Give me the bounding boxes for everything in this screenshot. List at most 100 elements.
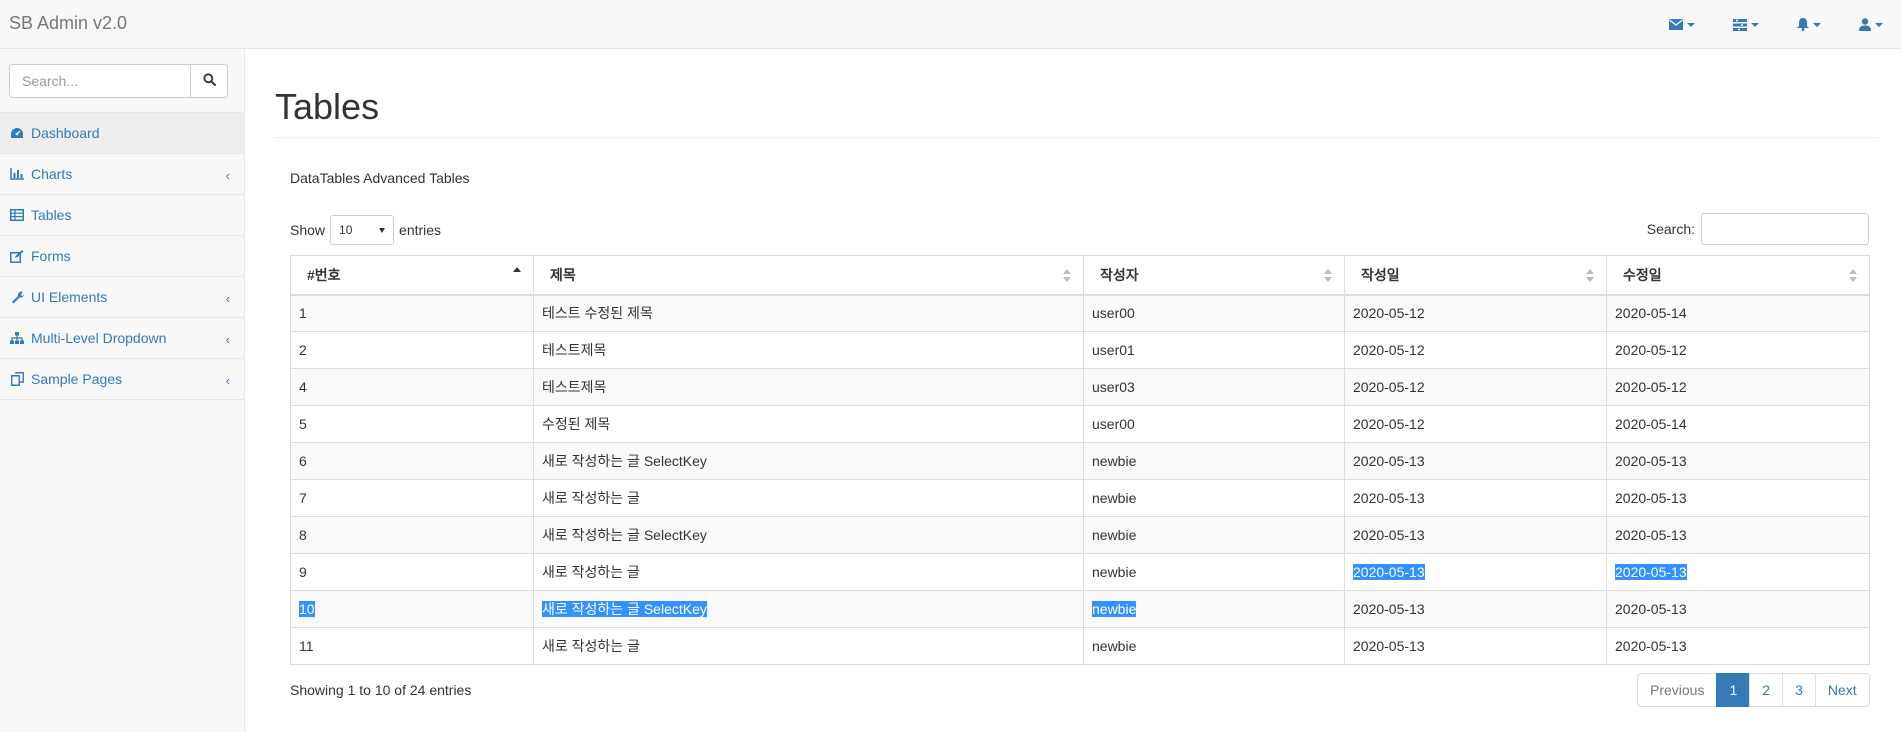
column-header-label: 작성일	[1361, 266, 1400, 283]
chevron-down-icon	[1813, 22, 1821, 27]
length-suffix: entries	[399, 222, 442, 238]
table-row[interactable]: 5 수정된 제목 user00 2020-05-12 2020-05-14	[290, 405, 1870, 443]
entries-length-select[interactable]: 10	[330, 215, 395, 245]
envelope-icon	[1669, 19, 1683, 30]
cell-text: 새로 작성하는 글	[542, 638, 640, 654]
sidebar-search	[9, 64, 228, 98]
column-header-author[interactable]: 작성자	[1083, 255, 1345, 296]
table-cell: 2020-05-13	[1344, 627, 1607, 665]
next-page-button[interactable]: Next	[1814, 673, 1870, 707]
cell-text: 2020-05-13	[1615, 527, 1687, 543]
table-cell: user01	[1083, 331, 1345, 369]
table-cell: 2020-05-13	[1606, 627, 1870, 665]
cell-text: 11	[299, 638, 314, 654]
dashboard-icon	[10, 126, 24, 140]
table-cell: 2020-05-13	[1344, 516, 1607, 554]
edit-icon	[10, 249, 24, 263]
table-cell: 새로 작성하는 글	[533, 627, 1084, 665]
table-cell: 새로 작성하는 글 SelectKey	[533, 442, 1084, 480]
cell-text: 2020-05-12	[1353, 416, 1425, 432]
chevron-down-icon	[1687, 22, 1695, 27]
cell-text: 수정된 제목	[542, 416, 611, 432]
cell-text: 새로 작성하는 글	[542, 564, 640, 580]
table-row[interactable]: 7 새로 작성하는 글 newbie 2020-05-13 2020-05-13	[290, 479, 1870, 517]
cell-text: 테스트제목	[542, 379, 607, 395]
table-cell: user00	[1083, 294, 1345, 332]
table-cell: 2020-05-12	[1344, 294, 1607, 332]
tasks-icon	[1733, 18, 1747, 31]
cell-text: 2020-05-12	[1353, 379, 1425, 395]
cell-text: newbie	[1092, 527, 1137, 543]
table-cell: 2020-05-13	[1344, 553, 1607, 591]
table-cell: newbie	[1083, 627, 1345, 665]
cell-text: 테스트제목	[542, 342, 607, 358]
sidebar-item-ui-elements[interactable]: UI Elements ‹	[0, 277, 244, 318]
sidebar-nav: Dashboard Charts ‹ Tables Forms UI Eleme…	[0, 112, 244, 400]
page-2-button[interactable]: 2	[1749, 673, 1784, 707]
table-cell: 테스트 수정된 제목	[533, 294, 1084, 332]
sort-icon	[1586, 269, 1594, 282]
previous-page-button[interactable]: Previous	[1637, 673, 1718, 707]
cell-text: 2020-05-14	[1615, 305, 1687, 322]
table-row[interactable]: 2 테스트제목 user01 2020-05-12 2020-05-12	[290, 331, 1870, 369]
table-row[interactable]: 9 새로 작성하는 글 newbie 2020-05-13 2020-05-13	[290, 553, 1870, 591]
sidebar-item-sample-pages[interactable]: Sample Pages ‹	[0, 359, 244, 400]
messages-dropdown[interactable]	[1669, 19, 1695, 30]
table-cell: 2	[290, 331, 534, 369]
table-cell: user03	[1083, 368, 1345, 406]
table-row[interactable]: 1 테스트 수정된 제목 user00 2020-05-12 2020-05-1…	[290, 294, 1870, 332]
page-title: Tables	[275, 86, 380, 127]
chevron-left-icon: ‹	[225, 291, 230, 306]
cell-text: 테스트 수정된 제목	[542, 305, 653, 322]
cell-text: user00	[1092, 416, 1135, 432]
sidebar-search-button[interactable]	[191, 64, 228, 98]
sidebar-item-charts[interactable]: Charts ‹	[0, 154, 244, 195]
tasks-dropdown[interactable]	[1733, 18, 1759, 31]
table-cell: 2020-05-13	[1606, 553, 1870, 591]
column-header-created[interactable]: 작성일	[1344, 255, 1607, 296]
table-row[interactable]: 10 새로 작성하는 글 SelectKey newbie 2020-05-13…	[290, 590, 1870, 628]
cell-text: 2020-05-14	[1615, 416, 1687, 432]
table-row[interactable]: 11 새로 작성하는 글 newbie 2020-05-13 2020-05-1…	[290, 627, 1870, 665]
cell-text-selected: 2020-05-13	[1615, 564, 1687, 580]
table-cell: 2020-05-12	[1344, 405, 1607, 443]
cell-text: 2020-05-13	[1615, 638, 1687, 654]
page-1-button[interactable]: 1	[1716, 673, 1751, 707]
sort-asc-icon	[513, 267, 521, 280]
cell-text: newbie	[1092, 564, 1137, 580]
cell-text: 1	[299, 305, 307, 322]
table-cell: 수정된 제목	[533, 405, 1084, 443]
sidebar-search-input[interactable]	[9, 64, 191, 98]
table-cell: 테스트제목	[533, 331, 1084, 369]
table-search-input[interactable]	[1701, 213, 1869, 245]
filter-label: Search:	[1646, 221, 1695, 237]
table-cell: user00	[1083, 405, 1345, 443]
page-3-button[interactable]: 3	[1782, 673, 1816, 707]
cell-text: 새로 작성하는 글	[542, 490, 640, 506]
table-cell: 11	[290, 627, 534, 665]
column-header-label: 작성자	[1100, 266, 1139, 283]
cell-text: user03	[1092, 379, 1135, 395]
sidebar-item-tables[interactable]: Tables	[0, 195, 244, 236]
table-row[interactable]: 4 테스트제목 user03 2020-05-12 2020-05-12	[290, 368, 1870, 406]
alerts-dropdown[interactable]	[1797, 18, 1821, 31]
sidebar-item-forms[interactable]: Forms	[0, 236, 244, 277]
sidebar-item-dashboard[interactable]: Dashboard	[0, 113, 244, 154]
column-header-modified[interactable]: 수정일	[1606, 255, 1870, 296]
chevron-down-icon	[1875, 22, 1883, 27]
sidebar-item-multi-level-dropdown[interactable]: Multi-Level Dropdown ‹	[0, 318, 244, 359]
table-row[interactable]: 8 새로 작성하는 글 SelectKey newbie 2020-05-13 …	[290, 516, 1870, 554]
user-dropdown[interactable]	[1859, 18, 1883, 31]
cell-text: 2020-05-12	[1353, 305, 1425, 322]
table-cell: 새로 작성하는 글 SelectKey	[533, 590, 1084, 628]
sidebar: Dashboard Charts ‹ Tables Forms UI Ele	[0, 49, 245, 732]
bar-chart-icon	[10, 167, 24, 181]
column-header-label: 수정일	[1623, 266, 1662, 283]
brand-title[interactable]: SB Admin v2.0	[9, 13, 127, 34]
table-cell: 2020-05-14	[1606, 405, 1870, 443]
column-header-title[interactable]: 제목	[533, 255, 1084, 296]
table-row[interactable]: 6 새로 작성하는 글 SelectKey newbie 2020-05-13 …	[290, 442, 1870, 480]
column-header-number[interactable]: #번호	[290, 255, 534, 296]
wrench-icon	[10, 290, 24, 304]
sort-icon	[1324, 269, 1332, 282]
